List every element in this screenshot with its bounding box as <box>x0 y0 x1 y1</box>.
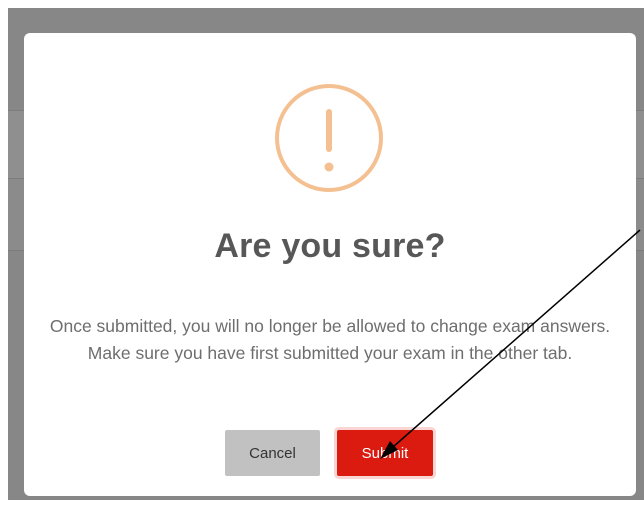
dialog-title: Are you sure? <box>214 227 446 265</box>
submit-button[interactable]: Submit <box>337 430 433 476</box>
cancel-button[interactable]: Cancel <box>225 430 320 476</box>
dialog-message: Once submitted, you will no longer be al… <box>49 316 611 363</box>
warning-circle-icon <box>275 84 383 192</box>
